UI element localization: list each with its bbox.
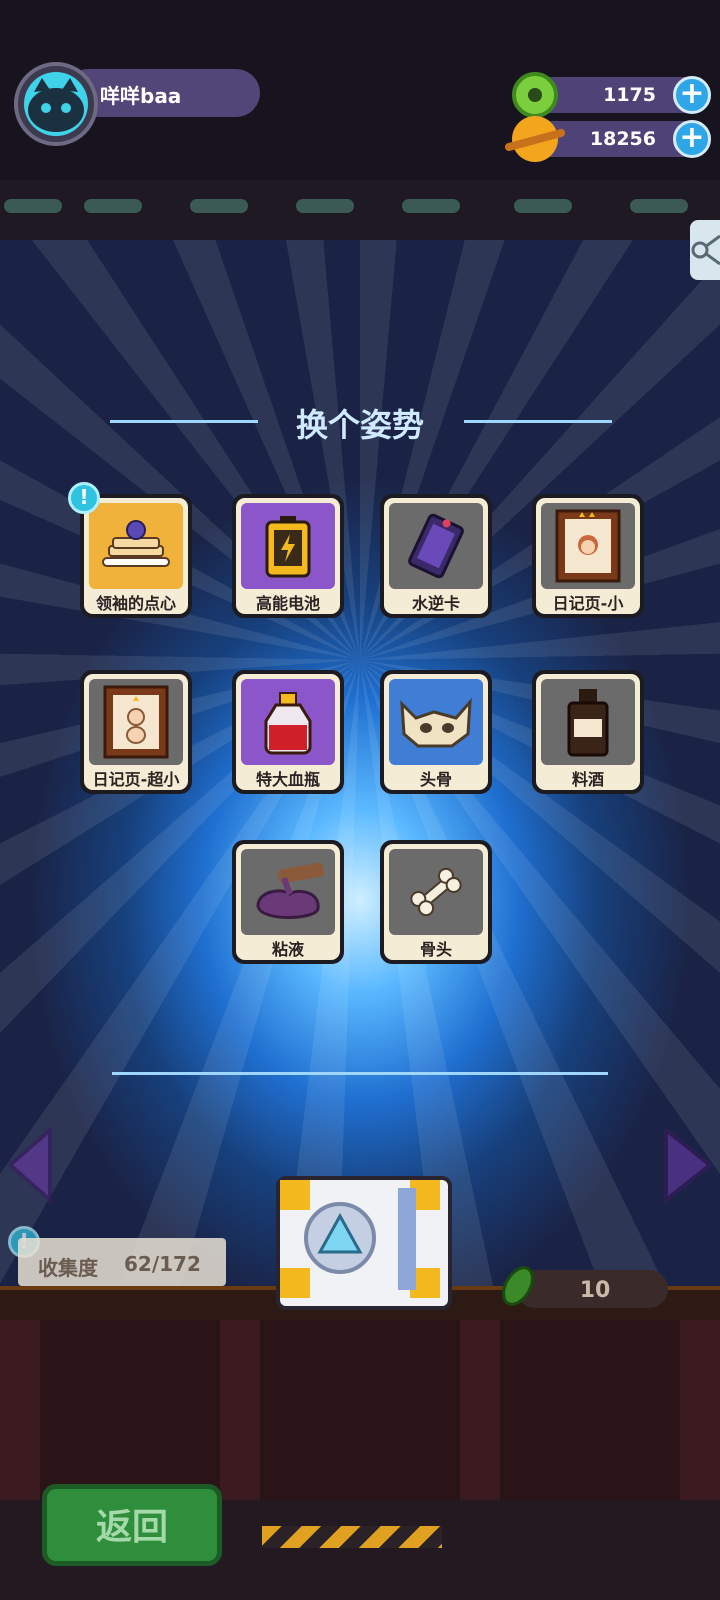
item-label: 骨头 — [419, 940, 452, 959]
bone-icon — [410, 867, 462, 917]
potion-icon — [264, 692, 312, 755]
item-label: 日记页-超小 — [92, 770, 180, 789]
cake-icon — [102, 520, 170, 567]
item-card[interactable]: 日记页-超小 — [80, 670, 192, 794]
item-label: 特大血瓶 — [255, 770, 320, 789]
hazard-stripe — [262, 1526, 442, 1548]
title-divider-right — [464, 420, 612, 423]
add-currency-button[interactable]: + — [673, 76, 711, 114]
next-arrow-button[interactable] — [660, 1120, 720, 1210]
scissors-icon — [691, 234, 720, 266]
item-image — [241, 849, 335, 935]
item-card[interactable]: 日记页-小 — [532, 494, 644, 618]
curtain — [680, 1320, 720, 1510]
player-name: 咩咩baa — [100, 84, 182, 108]
battery-icon — [265, 516, 311, 578]
diary-page-icon — [103, 685, 169, 759]
item-card[interactable]: 领袖的点心 — [80, 494, 192, 618]
item-card[interactable]: 料酒 — [532, 670, 644, 794]
chevron-left-icon — [6, 1125, 52, 1205]
card-icon — [408, 513, 464, 579]
item-image — [241, 503, 335, 589]
item-image — [89, 679, 183, 765]
bottle-icon — [567, 689, 609, 757]
skull-icon — [400, 697, 472, 748]
item-card[interactable]: 特大血瓶 — [232, 670, 344, 794]
orange-planet-icon — [504, 116, 566, 162]
item-label: 高能电池 — [255, 594, 320, 613]
stage-light — [84, 199, 142, 213]
item-label: 日记页-小 — [552, 594, 624, 613]
add-currency-button[interactable]: + — [673, 120, 711, 158]
item-image — [541, 503, 635, 589]
stage-light — [630, 199, 688, 213]
collection-value: 62/172 — [124, 1252, 201, 1276]
stage-light — [514, 199, 572, 213]
cucumber-icon — [502, 1266, 534, 1306]
item-card[interactable]: 水逆卡 — [380, 494, 492, 618]
avatar[interactable] — [24, 72, 88, 136]
stage-light — [4, 199, 62, 213]
back-button-label: 返回 — [95, 1507, 168, 1548]
chest-icon — [280, 1180, 440, 1298]
item-image — [389, 679, 483, 765]
collection-label: 收集度 — [38, 1256, 98, 1280]
cost-value: 10 — [579, 1278, 611, 1303]
curtain — [0, 1320, 40, 1510]
chevron-right-icon — [664, 1125, 714, 1205]
stage-light — [296, 199, 354, 213]
diary-page-icon — [555, 509, 621, 583]
item-label: 头骨 — [419, 770, 452, 789]
side-tab[interactable] — [690, 220, 720, 280]
item-label: 粘液 — [271, 940, 304, 959]
cat-face-icon — [28, 78, 84, 132]
item-image — [241, 679, 335, 765]
title-divider-left — [110, 420, 258, 423]
item-card[interactable]: 粘液 — [232, 840, 344, 964]
stage-light — [402, 199, 460, 213]
dialog-divider — [112, 1072, 608, 1075]
new-badge: ! — [68, 482, 100, 514]
green-donut-icon — [512, 72, 558, 118]
item-card[interactable]: 高能电池 — [232, 494, 344, 618]
item-label: 料酒 — [571, 770, 604, 789]
stage-light — [190, 199, 248, 213]
item-label: 水逆卡 — [411, 594, 460, 613]
prev-arrow-button[interactable] — [0, 1120, 54, 1210]
item-image — [541, 679, 635, 765]
curtain — [460, 1320, 500, 1510]
item-card[interactable]: 骨头 — [380, 840, 492, 964]
curtain — [220, 1320, 260, 1510]
item-image — [89, 503, 183, 589]
gacha-chest[interactable] — [276, 1176, 452, 1310]
dialog-title: 换个姿势 — [295, 406, 424, 444]
item-image — [389, 849, 483, 935]
item-label: 领袖的点心 — [95, 594, 176, 613]
item-image — [389, 503, 483, 589]
item-card[interactable]: 头骨 — [380, 670, 492, 794]
slime-icon — [256, 862, 325, 919]
